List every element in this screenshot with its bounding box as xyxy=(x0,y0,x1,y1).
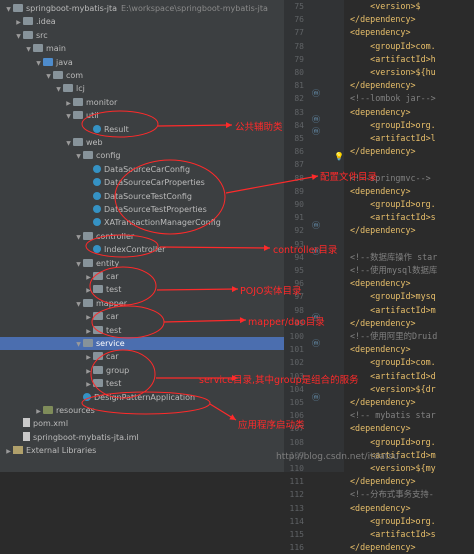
annotation-arrowhead xyxy=(311,174,318,181)
annotation-arrowhead xyxy=(225,122,232,129)
code-line[interactable]: <dependency> xyxy=(350,502,411,515)
line-number: 116 xyxy=(289,543,304,553)
line-number: 115 xyxy=(289,530,304,539)
annotation-ellipse xyxy=(91,305,165,339)
annotation-arrow xyxy=(159,246,271,249)
line-number: 114 xyxy=(289,516,304,526)
line-number: 113 xyxy=(289,503,304,513)
annotation-arrow xyxy=(157,124,233,127)
annotation-ellipse xyxy=(90,349,156,399)
watermark: http://blog.csdn.net/itdatsu xyxy=(276,452,399,462)
annotation-ellipse xyxy=(85,234,159,258)
annotation-label: controller目录 xyxy=(273,245,338,256)
annotation-arrowhead xyxy=(239,317,246,324)
code-line[interactable]: <!--分布式事务支持- xyxy=(350,488,434,501)
annotation-label: service目录,其中group是组合的服务 xyxy=(199,375,359,386)
annotation-ellipse xyxy=(114,159,226,235)
code-line[interactable]: <groupId>org. xyxy=(350,515,436,528)
annotation-ellipse xyxy=(89,266,157,306)
code-line[interactable]: <artifactId>s xyxy=(350,528,436,541)
line-number: 111 xyxy=(289,477,304,487)
annotation-label: mapper/dao目录 xyxy=(248,317,325,328)
annotation-label: 应用程序启动类 xyxy=(238,420,305,431)
annotation-label: 配置文件目录 xyxy=(320,172,378,183)
annotation-label: POJO实体目录 xyxy=(240,286,302,297)
annotation-arrowhead xyxy=(263,244,270,251)
annotation-ellipse xyxy=(81,110,159,138)
annotation-arrow xyxy=(156,288,239,291)
annotation-ellipse xyxy=(81,391,211,415)
annotation-arrow xyxy=(225,175,319,194)
annotation-label: 公共辅助类 xyxy=(235,122,283,133)
code-line[interactable]: </dependency> xyxy=(350,475,416,488)
annotation-overlay xyxy=(81,110,319,421)
annotation-arrowhead xyxy=(231,286,238,293)
annotation-arrow xyxy=(163,319,247,323)
line-number: 112 xyxy=(289,490,304,500)
code-line[interactable]: </dependency> xyxy=(350,541,416,554)
